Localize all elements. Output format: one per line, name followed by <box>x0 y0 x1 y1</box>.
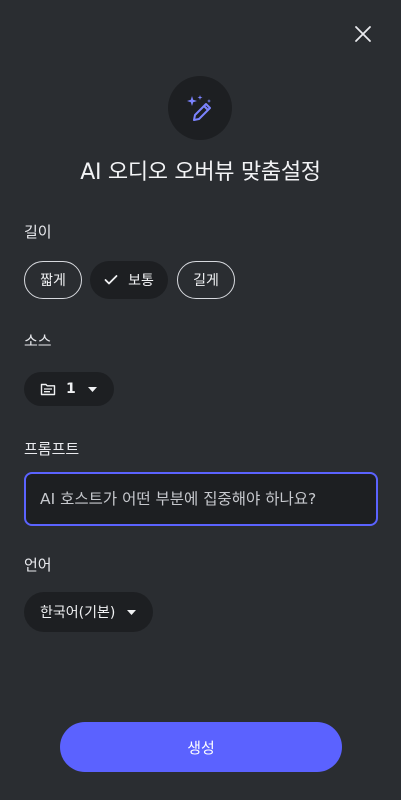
sources-count: 1 <box>66 381 76 397</box>
generate-button-label: 생성 <box>187 738 215 757</box>
sources-dropdown[interactable]: 1 <box>24 372 114 406</box>
length-option-label: 보통 <box>128 273 154 289</box>
caret-down-icon <box>127 609 137 615</box>
length-option-short[interactable]: 짧게 <box>24 261 82 299</box>
close-icon <box>355 26 371 42</box>
close-button[interactable] <box>351 22 375 46</box>
source-list-icon <box>40 382 56 396</box>
length-option-label: 짧게 <box>40 273 66 289</box>
magic-wand-sparkles-icon <box>187 95 211 121</box>
language-dropdown[interactable]: 한국어(기본) <box>24 592 153 632</box>
length-option-medium[interactable]: 보통 <box>90 261 168 299</box>
generate-button[interactable]: 생성 <box>60 722 342 772</box>
length-label: 길이 <box>24 223 52 241</box>
sources-label: 소스 <box>24 332 52 350</box>
dialog-title: AI 오디오 오버뷰 맞춤설정 <box>80 160 321 185</box>
length-option-long[interactable]: 길게 <box>177 261 235 299</box>
length-option-label: 길게 <box>193 273 219 289</box>
header-icon-badge <box>168 76 232 140</box>
language-label: 언어 <box>24 556 52 574</box>
language-selected: 한국어(기본) <box>40 605 116 621</box>
prompt-label: 프롬프트 <box>24 440 80 458</box>
prompt-input[interactable] <box>24 472 378 526</box>
caret-down-icon <box>87 386 97 392</box>
check-icon <box>104 274 118 286</box>
